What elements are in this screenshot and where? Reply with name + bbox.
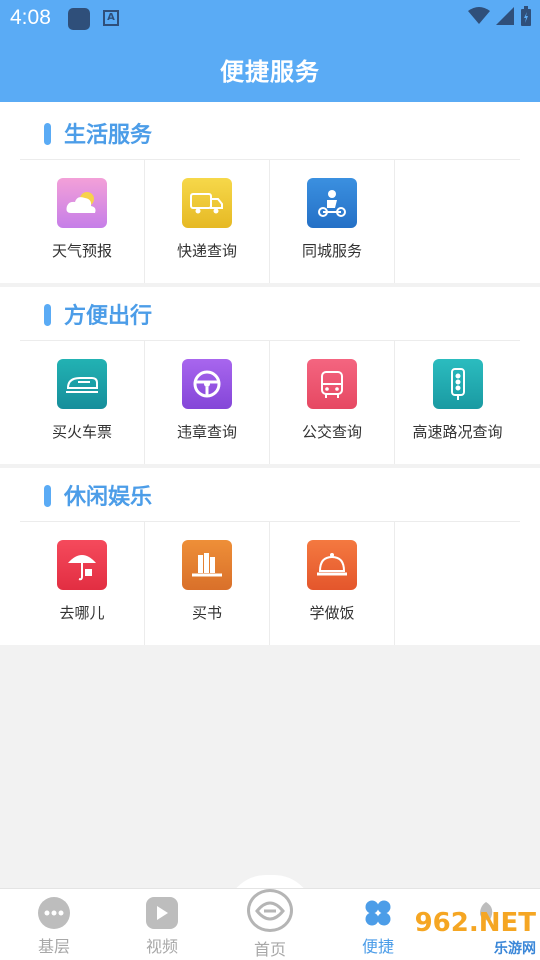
service-label: 公交查询 [301,423,362,441]
app-header: 4:08 A 便捷服务 [0,0,540,102]
nav-tab-grassroots[interactable]: 基层 [0,889,108,960]
keyboard-icon: A [103,10,119,26]
bus-icon [307,359,357,409]
steering-wheel-icon [182,359,232,409]
service-label: 去哪儿 [59,604,105,622]
service-label: 学做饭 [309,604,355,622]
service-list: 生活服务 天气预报 快递查询 同城服务 方便出行 买火车票 违章查询 公交查询 … [0,102,540,649]
empty-cell [395,160,520,283]
service-label: 买火车票 [51,423,112,441]
nav-label: 便捷 [361,937,394,956]
section-accent-bar [44,304,51,326]
service-highway[interactable]: 高速路况查询 [395,341,520,464]
service-travel-where[interactable]: 去哪儿 [20,522,145,645]
scooter-icon [307,178,357,228]
delivery-truck-icon [182,178,232,228]
notification-app-icon [68,8,90,30]
home-logo-icon [247,889,293,932]
service-label: 高速路况查询 [412,423,503,441]
status-time: 4:08 [10,6,51,29]
status-icons [468,6,532,26]
umbrella-icon [57,540,107,590]
nav-label: 首页 [253,940,286,959]
nav-tab-video[interactable]: 视频 [108,889,216,960]
books-icon [182,540,232,590]
weather-icon [57,178,107,228]
train-icon [57,359,107,409]
service-violation[interactable]: 违章查询 [145,341,270,464]
section-travel: 方便出行 买火车票 违章查询 公交查询 高速路况查询 [0,287,540,464]
section-leisure: 休闲娱乐 去哪儿 买书 学做饭 [0,468,540,645]
watermark-brand: 962.NET [414,908,536,938]
service-label: 同城服务 [301,242,362,260]
battery-icon [521,6,531,26]
service-label: 买书 [191,604,222,622]
service-local[interactable]: 同城服务 [270,160,395,283]
watermark-sub: 乐游网 [494,941,536,957]
more-dots-icon [38,897,70,929]
service-bus[interactable]: 公交查询 [270,341,395,464]
service-books[interactable]: 买书 [145,522,270,645]
section-header: 生活服务 [20,106,520,160]
watermark-logo: 962.NET 乐游网 [415,908,536,958]
service-label: 快递查询 [176,242,237,260]
service-weather[interactable]: 天气预报 [20,160,145,283]
cloche-icon [307,540,357,590]
section-title: 休闲娱乐 [64,484,153,510]
section-header: 休闲娱乐 [20,468,520,522]
nav-label: 视频 [145,937,178,956]
traffic-light-icon [432,359,483,409]
signal-icon [496,7,514,25]
section-header: 方便出行 [20,287,520,341]
section-accent-bar [44,485,51,507]
service-cooking[interactable]: 学做饭 [270,522,395,645]
section-life-services: 生活服务 天气预报 快递查询 同城服务 [0,102,540,283]
section-accent-bar [44,123,51,145]
service-train-ticket[interactable]: 买火车票 [20,341,145,464]
service-label: 违章查询 [176,423,237,441]
empty-cell [395,522,520,645]
play-icon [146,897,178,929]
four-petal-icon [362,897,394,929]
section-title: 生活服务 [64,122,153,148]
section-title: 方便出行 [64,303,153,329]
wifi-icon [468,7,490,24]
service-label: 天气预报 [51,242,112,260]
page-title: 便捷服务 [220,58,320,86]
nav-label: 基层 [37,937,70,956]
nav-tab-home[interactable]: 首页 [216,889,324,960]
service-delivery[interactable]: 快递查询 [145,160,270,283]
